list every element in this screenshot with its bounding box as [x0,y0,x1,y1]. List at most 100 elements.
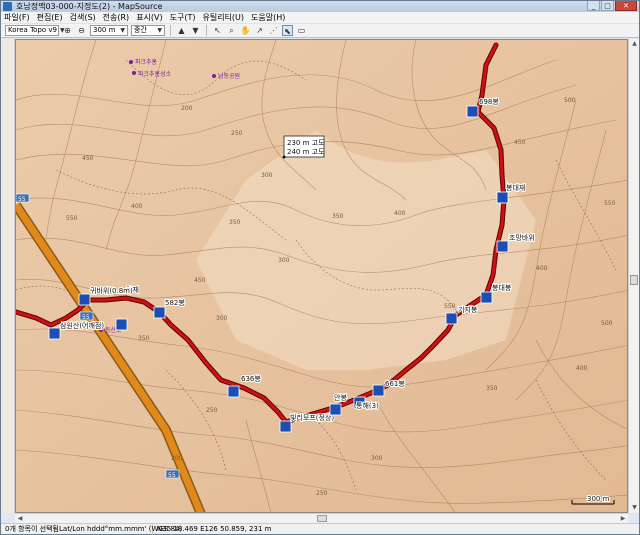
waypoint-label: 귀바위(0.8m) [90,286,133,295]
app-window: 호남정맥03-000-지정도(2) - MapSource _ □ ✕ 파일(F… [0,0,640,535]
contour-label: 300 [261,172,273,179]
vertical-scroll-thumb[interactable] [630,275,638,285]
contour-label: 450 [82,155,94,162]
map-product-value: Korea Topo v9 [8,26,57,34]
maximize-button[interactable]: □ [601,1,614,11]
zoom-scale-select[interactable]: 300 m ▼ [90,25,128,36]
waypoint-label: 조망바위 [509,233,535,242]
hiker-icon [372,384,385,397]
contour-label: 200 [181,105,193,112]
hiker-icon [445,312,458,325]
contour-label: 250 [206,407,218,414]
cursor-point [282,155,286,159]
hiker-icon [496,191,509,204]
detail-value: 중간 [134,26,147,34]
map-product-select[interactable]: Korea Topo v9 ▼ [5,25,65,36]
route-badge-label: 55 [168,472,176,479]
selection-tool-icon[interactable]: ↖ [212,25,223,36]
route-badge: 55 [79,311,94,321]
waypoint-label: 기지봉 [458,305,478,314]
scale-label: 300 m [587,495,610,503]
detail-select[interactable]: 중간 ▼ [131,25,165,36]
transfer-receive-icon[interactable]: ▲ [176,25,187,36]
window-title: 호남정맥03-000-지정도(2) - MapSource [16,2,163,11]
hiker-icon [48,327,61,340]
zoom-in-icon[interactable]: ⊕ [62,25,73,36]
pointer-tool-icon[interactable]: ⬉ [282,25,293,36]
waypoint-label: 봉대재 [506,184,525,192]
route-tool-icon[interactable]: ↗ [254,25,265,36]
contour-label: 350 [332,213,344,220]
zoom-out-icon[interactable]: ⊖ [76,25,87,36]
contour-label: 400 [536,265,548,272]
minimize-button[interactable]: _ [587,1,600,11]
contour-label: 550 [444,303,456,310]
zoom-tool-icon[interactable]: ⌕ [226,25,237,36]
contour-label: 300 [371,455,383,462]
contour-label: 250 [231,130,243,137]
map-view[interactable]: 500 550 450 400 350 300 250 200 550 450 … [15,39,628,513]
horizontal-scroll-thumb[interactable] [317,515,327,522]
waypoint-label: 빛리모프(정상) [290,413,334,422]
waypoint-label: 582봉 [165,299,185,307]
poi-label: 남동공원 [218,72,240,80]
contour-label: 400 [576,365,588,372]
poi-marker[interactable] [212,74,216,78]
menu-search[interactable]: 검색(S) [70,12,96,23]
window-controls: _ □ ✕ [587,1,637,11]
menu-bar: 파일(F) 편집(E) 검색(S) 전송(R) 표시(V) 도구(T) 유틸리티… [1,12,639,24]
close-button[interactable]: ✕ [615,1,637,11]
scroll-right-icon[interactable]: ▶ [618,514,628,523]
menu-help[interactable]: 도움말(H) [251,12,285,23]
horizontal-scrollbar[interactable]: ◀ ▶ [15,513,628,523]
vertical-scrollbar[interactable]: ▲ ▼ [628,39,639,513]
route-badge-label: 55 [82,314,90,321]
poi-marker[interactable] [129,60,133,64]
route-badge-label: 55 [18,196,26,203]
transfer-send-icon[interactable]: ▼ [190,25,201,36]
left-edge-strip [1,39,15,513]
title-bar: 호남정맥03-000-지정도(2) - MapSource _ □ ✕ [1,1,639,12]
hiker-icon [227,385,240,398]
scroll-left-icon[interactable]: ◀ [15,514,25,523]
contour-label: 350 [229,219,241,226]
contour-label: 300 [216,315,228,322]
menu-utilities[interactable]: 유틸리티(U) [202,12,244,23]
waypoint-label: 삼원산(어깨점) [60,321,104,330]
map-canvas: 500 550 450 400 350 300 250 200 550 450 … [16,40,627,512]
hiker-icon [466,105,479,118]
contour-label: 450 [194,277,206,284]
poi-marker[interactable] [132,71,136,75]
hiker-icon [279,420,292,433]
coordinate-format: Lat/Lon hddd°mm.mmm' (WGS 84) [55,523,182,535]
elevation-tooltip: 230 m 고도 240 m 고도 [282,135,325,159]
contour-label: 400 [394,210,406,217]
menu-file[interactable]: 파일(F) [4,12,30,23]
hand-tool-icon[interactable]: ✋ [240,25,251,36]
toolbar-separator [206,25,207,36]
contour-label: 550 [604,200,616,207]
contour-label: 450 [514,139,526,146]
mapsource-app-icon [3,2,12,11]
hiker-icon [496,240,509,253]
menu-edit[interactable]: 편집(E) [37,12,63,23]
waypoint-label: 통해(3) [356,401,379,410]
distance-tool-icon[interactable]: ▭ [296,25,307,36]
menu-view[interactable]: 표시(V) [136,12,162,23]
contour-label: 500 [601,320,613,327]
hiker-icon [329,403,342,416]
toolbar: Korea Topo v9 ▼ ⊕ ⊖ 300 m ▼ 중간 ▼ ▲ ▼ ↖ ⌕ ✋ … [1,24,639,38]
waypoint-label: 661봉 [385,380,405,388]
scroll-up-icon[interactable]: ▲ [629,39,640,49]
toolbar-separator [170,25,171,36]
menu-tools[interactable]: 도구(T) [170,12,196,23]
scroll-down-icon[interactable]: ▼ [629,503,640,513]
route-badge: 55 [16,193,30,203]
contour-label: 350 [138,335,150,342]
track-tool-icon[interactable]: ⋰ [268,25,279,36]
menu-transfer[interactable]: 전송(R) [103,12,130,23]
hiker-icon [153,306,166,319]
chevron-down-icon: ▼ [157,27,162,34]
route-badge: 55 [165,469,180,479]
cursor-coordinates: N35 18.469 E126 50.859, 231 m [157,524,272,533]
